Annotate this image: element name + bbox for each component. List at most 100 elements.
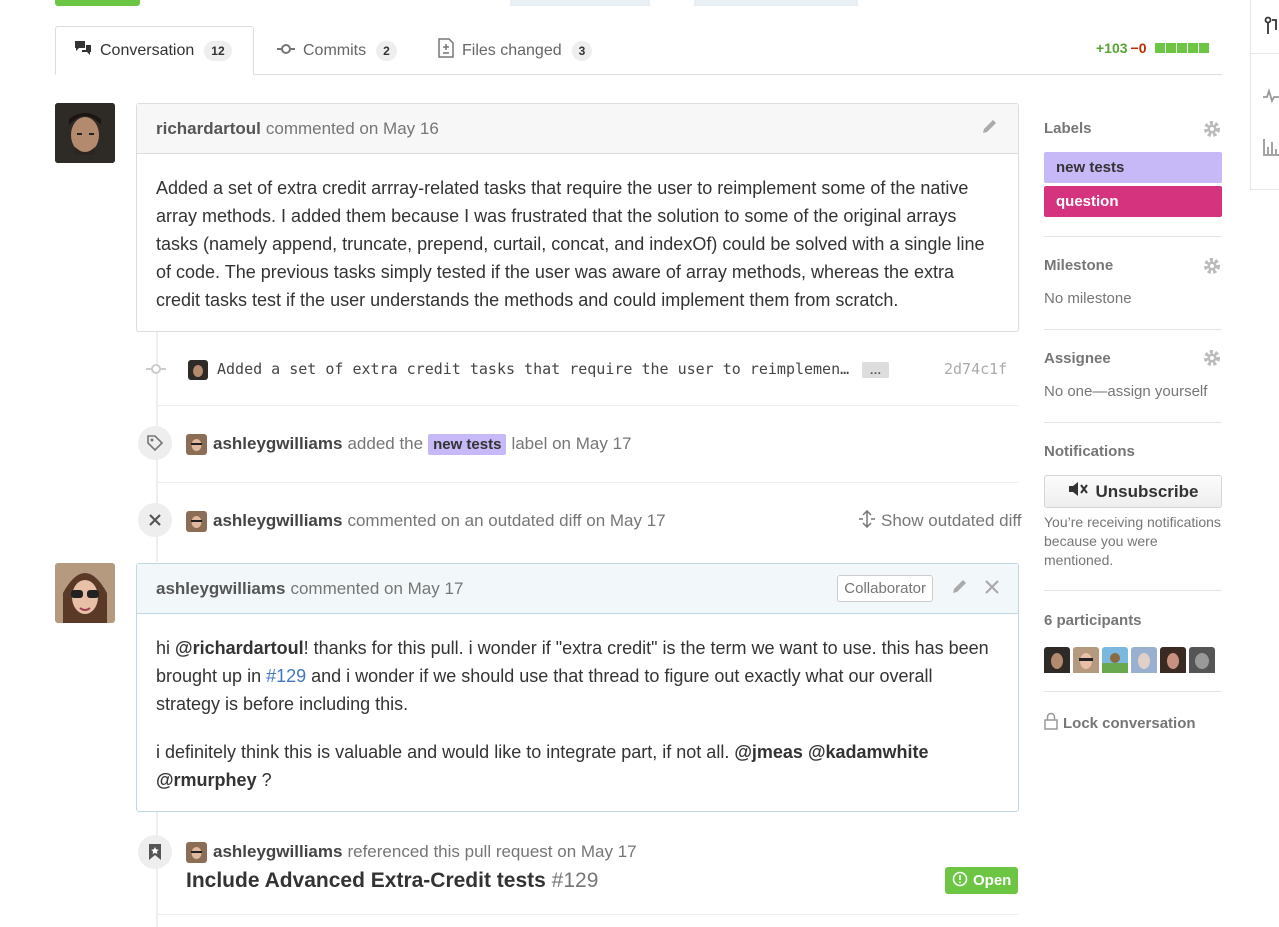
lock-conversation-link[interactable]: Lock conversation bbox=[1044, 712, 1196, 734]
sidebar-separator bbox=[1044, 422, 1222, 423]
comment-body: hi @richardartoul! thanks for this pull.… bbox=[137, 614, 1018, 814]
avatar[interactable] bbox=[1044, 647, 1070, 678]
tab-commits[interactable]: Commits 2 bbox=[259, 26, 415, 75]
comment-paragraph: i definitely think this is valuable and … bbox=[156, 738, 999, 794]
separator bbox=[158, 482, 1019, 483]
label-event: ashleygwilliams added the new tests labe… bbox=[213, 433, 631, 455]
sidebar-separator bbox=[1044, 236, 1222, 237]
pencil-icon[interactable] bbox=[951, 577, 969, 600]
milestone-heading: Milestone bbox=[1044, 257, 1114, 274]
tab-counter: 3 bbox=[571, 40, 593, 61]
mention-link[interactable]: @richardartoul bbox=[175, 638, 304, 658]
bookmark-icon bbox=[138, 835, 172, 869]
unsubscribe-label: Unsubscribe bbox=[1095, 481, 1199, 501]
file-diff-icon bbox=[438, 38, 462, 63]
merge-button-edge[interactable] bbox=[55, 0, 140, 6]
comment-action: commented bbox=[265, 118, 355, 138]
tag-icon bbox=[138, 426, 172, 460]
referenced-issue-number: #129 bbox=[551, 869, 599, 892]
comment-body: Added a set of extra credit arrray-relat… bbox=[137, 154, 1018, 334]
assignee-value[interactable]: No one—assign yourself bbox=[1044, 383, 1207, 400]
tab-counter: 12 bbox=[204, 40, 232, 61]
event-text: label on May 17 bbox=[511, 434, 632, 453]
comment-paragraph: hi @richardartoul! thanks for this pull.… bbox=[156, 634, 999, 718]
mention-link[interactable]: @jmeas bbox=[734, 742, 803, 762]
mention-link[interactable]: @kadamwhite bbox=[808, 742, 929, 762]
close-icon[interactable] bbox=[985, 579, 999, 599]
tab-conversation[interactable]: Conversation 12 bbox=[55, 26, 254, 75]
assignee-heading: Assignee bbox=[1044, 350, 1111, 367]
label-question[interactable]: question bbox=[1044, 186, 1222, 217]
comment-header: richardartoul commented on May 16 bbox=[137, 104, 1018, 154]
collaborator-badge: Collaborator bbox=[837, 575, 933, 602]
show-outdated-diff-link[interactable]: Show outdated diff bbox=[858, 509, 1022, 532]
sidebar-separator bbox=[1044, 329, 1222, 330]
mute-icon bbox=[1068, 481, 1090, 502]
tab-label: Conversation bbox=[100, 41, 195, 59]
pull-request-icon[interactable] bbox=[1264, 16, 1279, 41]
avatar[interactable] bbox=[186, 434, 207, 455]
sidebar-separator bbox=[1044, 590, 1222, 591]
comment-header: ashleygwilliams commented on May 17 Coll… bbox=[137, 564, 1018, 614]
text: ? bbox=[256, 770, 272, 790]
graphs-icon[interactable] bbox=[1263, 138, 1279, 161]
event-text: commented on an outdated diff on May 17 bbox=[347, 511, 666, 530]
avatar[interactable] bbox=[1160, 647, 1186, 678]
label-new-tests[interactable]: new tests bbox=[1044, 152, 1222, 183]
referenced-issue-title[interactable]: Include Advanced Extra-Credit tests bbox=[186, 869, 546, 892]
separator bbox=[158, 405, 1019, 406]
tab-files-changed[interactable]: Files changed 3 bbox=[420, 26, 610, 75]
avatar[interactable] bbox=[1102, 647, 1128, 678]
comment-discussion-icon bbox=[74, 40, 100, 61]
comment-action: commented bbox=[290, 578, 380, 598]
diffstat: +103 −0 bbox=[1096, 40, 1210, 56]
label-chip[interactable]: new tests bbox=[428, 433, 507, 455]
timeline-line bbox=[156, 811, 158, 927]
gear-icon[interactable] bbox=[1202, 256, 1222, 281]
issue-opened-icon bbox=[952, 871, 968, 891]
comment-date[interactable]: on May 17 bbox=[384, 579, 463, 599]
notifications-heading: Notifications bbox=[1044, 443, 1135, 460]
avatar[interactable] bbox=[1073, 647, 1099, 678]
participants-heading: 6 participants bbox=[1044, 612, 1142, 629]
avatar[interactable] bbox=[1189, 647, 1215, 678]
avatar[interactable] bbox=[55, 563, 115, 623]
event-author[interactable]: ashleygwilliams bbox=[213, 842, 342, 862]
sidebar-separator bbox=[1044, 691, 1222, 692]
avatar[interactable] bbox=[186, 842, 207, 863]
mention-link[interactable]: @rmurphey bbox=[156, 770, 257, 790]
event-author[interactable]: ashleygwilliams bbox=[213, 434, 342, 454]
avatar[interactable] bbox=[186, 511, 207, 532]
open-state-badge: Open bbox=[945, 867, 1019, 894]
gear-icon[interactable] bbox=[1202, 119, 1222, 144]
gear-icon[interactable] bbox=[1202, 348, 1222, 373]
comment-date[interactable]: on May 16 bbox=[359, 119, 438, 139]
text: i definitely think this is valuable and … bbox=[156, 742, 735, 762]
commit-message[interactable]: Added a set of extra credit tasks that r… bbox=[217, 360, 849, 378]
avatar[interactable] bbox=[188, 360, 208, 380]
comment-box: richardartoul commented on May 16 Added … bbox=[136, 103, 1019, 332]
tab-counter: 2 bbox=[376, 40, 397, 61]
issue-link[interactable]: #129 bbox=[266, 666, 306, 686]
avatar[interactable] bbox=[55, 103, 115, 163]
lock-icon bbox=[1044, 712, 1058, 734]
pulse-icon[interactable] bbox=[1263, 88, 1279, 109]
tab-label: Commits bbox=[303, 41, 367, 59]
event-text: added the bbox=[347, 434, 424, 453]
header-bar-segment bbox=[694, 0, 858, 6]
comment-author[interactable]: ashleygwilliams bbox=[156, 579, 285, 599]
participants-avatars bbox=[1044, 647, 1215, 678]
avatar[interactable] bbox=[1131, 647, 1157, 678]
event-author[interactable]: ashleygwilliams bbox=[213, 511, 342, 531]
diffstat-additions: +103 bbox=[1096, 40, 1128, 56]
diffstat-blocks bbox=[1154, 43, 1210, 53]
pencil-icon[interactable] bbox=[981, 117, 999, 140]
comment-author[interactable]: richardartoul bbox=[156, 119, 261, 139]
x-icon bbox=[138, 503, 172, 537]
diffstat-deletions: −0 bbox=[1130, 40, 1147, 56]
unsubscribe-button[interactable]: Unsubscribe bbox=[1044, 475, 1222, 508]
commit-expand-button[interactable]: … bbox=[862, 362, 889, 378]
referenced-issue[interactable]: Include Advanced Extra-Credit tests #129 bbox=[186, 869, 598, 893]
milestone-value: No milestone bbox=[1044, 290, 1132, 307]
commit-sha[interactable]: 2d74c1f bbox=[944, 360, 1007, 378]
